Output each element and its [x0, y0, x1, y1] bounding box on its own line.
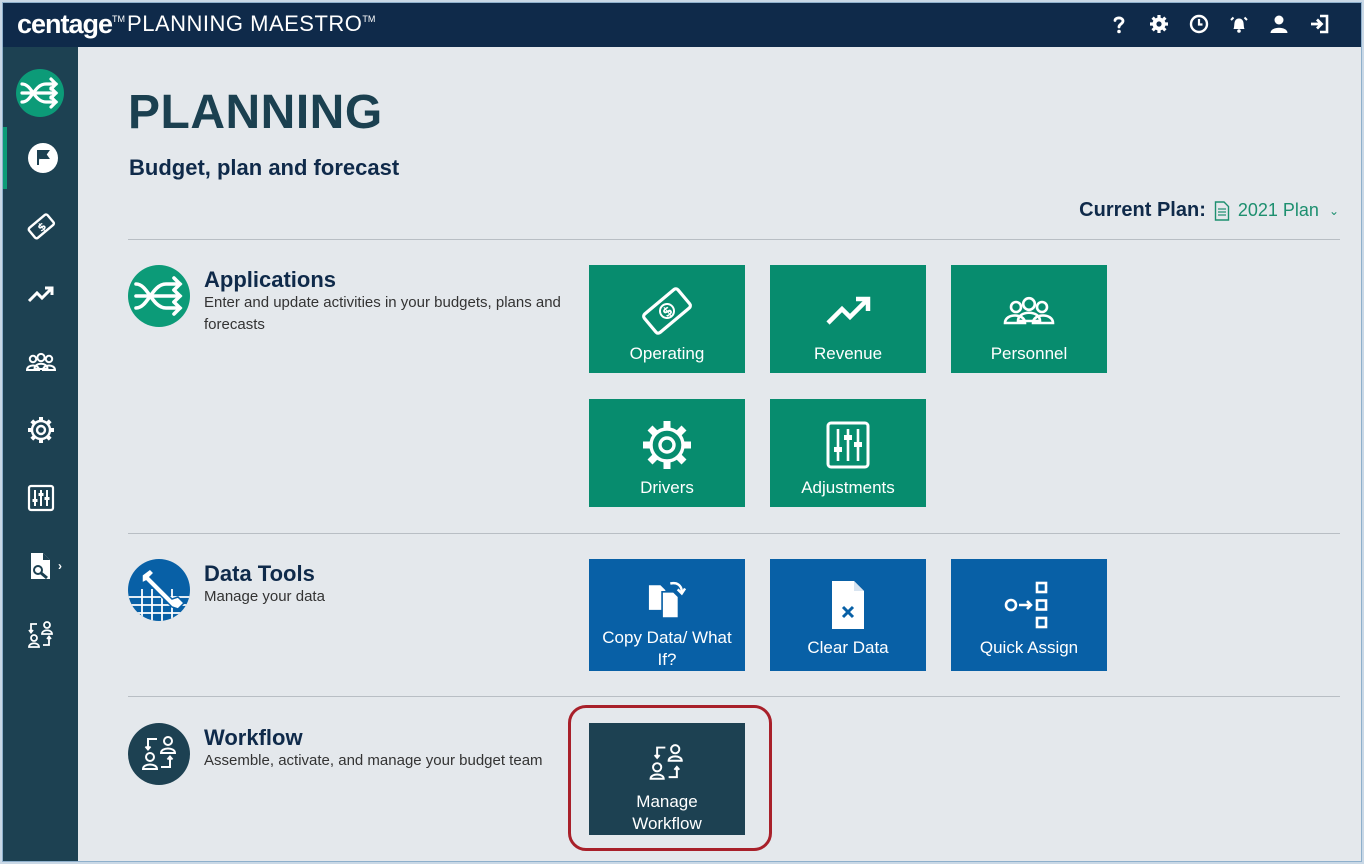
main-content: PLANNING Budget, plan and forecast Curre…	[78, 47, 1361, 861]
clear-data-label: Clear Data	[807, 638, 889, 657]
page-subtitle: Budget, plan and forecast	[129, 155, 400, 180]
sidebar-item-revenue[interactable]	[3, 263, 78, 325]
applications-icon	[128, 265, 190, 327]
expand-arrow[interactable]: ›	[58, 559, 62, 573]
quick-assign-icon	[1004, 581, 1048, 629]
sidebar-item-operating[interactable]: $	[3, 195, 78, 257]
data-tools-description: Manage your data	[204, 588, 325, 605]
top-bar: centage TM PLANNING MAESTRO TM	[3, 3, 1361, 47]
flag-icon	[27, 143, 58, 173]
workflow-icon	[27, 621, 53, 648]
applications-title: Applications	[204, 267, 337, 292]
revenue-label: Revenue	[813, 344, 883, 363]
data-tools-title: Data Tools	[204, 561, 315, 586]
personnel-tile[interactable]: Personnel	[951, 265, 1107, 373]
brand-tm: TM	[112, 14, 126, 24]
sidebar-item-adjustments[interactable]	[3, 467, 78, 529]
product-tm: TM	[362, 14, 376, 24]
quick-assign-label: Quick Assign	[979, 638, 1079, 657]
divider	[128, 696, 1340, 697]
svg-text:$: $	[34, 220, 48, 235]
svg-text:$: $	[660, 303, 677, 320]
divider	[128, 239, 1340, 240]
adjustments-tile[interactable]: Adjustments	[770, 399, 926, 507]
data-tools-icon	[128, 559, 190, 621]
trend-icon	[27, 286, 53, 303]
workflow-title: Workflow	[204, 725, 303, 750]
drivers-label: Drivers	[640, 478, 694, 497]
help-icon[interactable]	[1109, 12, 1129, 36]
gear-icon	[643, 421, 691, 469]
sidebar-item-reports[interactable]: ›	[3, 535, 78, 597]
highlight-outline	[568, 705, 772, 851]
sliders-icon	[27, 484, 54, 512]
app-logo-icon[interactable]	[16, 69, 64, 117]
user-icon[interactable]	[1269, 12, 1289, 36]
sidebar-item-personnel[interactable]	[3, 331, 78, 393]
page-title: PLANNING	[128, 86, 383, 139]
money-icon: $	[642, 287, 692, 335]
sidebar-item-planning[interactable]	[3, 127, 78, 189]
current-plan-label: Current Plan:	[1079, 199, 1206, 221]
trend-icon	[826, 296, 871, 325]
applications-description: Enter and update activities in your budg…	[204, 294, 561, 333]
operating-tile[interactable]: $ Operating	[589, 265, 745, 373]
workflow-description: Assemble, activate, and manage your budg…	[204, 752, 543, 769]
operating-label: Operating	[629, 344, 705, 363]
sidebar-item-drivers[interactable]	[3, 399, 78, 461]
clear-data-icon	[832, 581, 864, 629]
clock-icon[interactable]	[1189, 12, 1209, 36]
adjustments-label: Adjustments	[801, 478, 895, 497]
settings-icon[interactable]	[1149, 12, 1169, 36]
sliders-icon	[826, 421, 870, 469]
workflow-icon	[128, 723, 190, 785]
sidebar-item-workflow[interactable]	[3, 603, 78, 665]
gear-icon	[27, 417, 54, 443]
logout-icon[interactable]	[1309, 12, 1329, 36]
header-icons	[1109, 12, 1329, 36]
people-icon	[25, 352, 56, 371]
revenue-tile[interactable]: Revenue	[770, 265, 926, 373]
quick-assign-tile[interactable]: Quick Assign	[951, 559, 1107, 671]
people-icon	[1003, 296, 1055, 325]
current-plan-dropdown[interactable]: 2021 Plan	[1238, 200, 1319, 221]
divider	[128, 533, 1340, 534]
chevron-down-icon[interactable]: ⌄	[1329, 204, 1339, 218]
app-window: centage TM PLANNING MAESTRO TM $ › PLANN…	[2, 2, 1362, 862]
copy-data-label: Copy Data/ What If?	[602, 628, 732, 669]
alarm-icon[interactable]	[1229, 12, 1249, 36]
current-plan: Current Plan: 2021 Plan ⌄	[1079, 199, 1339, 222]
brand-logo[interactable]: centage TM PLANNING MAESTRO TM	[17, 9, 375, 41]
personnel-label: Personnel	[990, 344, 1068, 363]
brand-name: centage	[17, 9, 113, 39]
report-icon	[30, 553, 50, 580]
document-icon	[1214, 200, 1230, 221]
copy-data-tile[interactable]: Copy Data/ What If?	[589, 559, 745, 671]
money-icon: $	[27, 213, 55, 240]
sidebar: $ ›	[3, 47, 78, 861]
clear-data-tile[interactable]: Clear Data	[770, 559, 926, 671]
copy-icon	[648, 581, 687, 619]
product-name: PLANNING MAESTRO	[127, 11, 363, 36]
drivers-tile[interactable]: Drivers	[589, 399, 745, 507]
